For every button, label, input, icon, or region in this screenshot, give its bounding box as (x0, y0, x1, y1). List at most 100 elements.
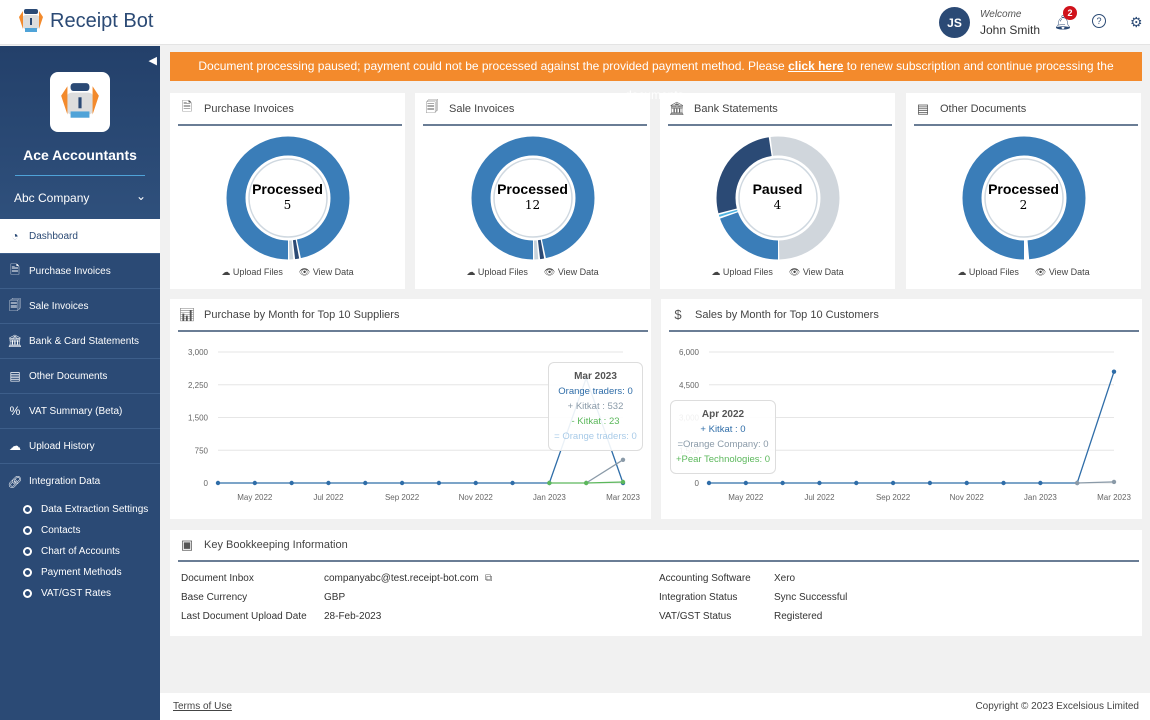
y-tick-label: 0 (204, 479, 209, 488)
percent-icon: % (9, 404, 21, 418)
sidebar-item-sale-invoices[interactable]: 🗐 Sale Invoices (0, 289, 160, 324)
document-icon: ▤ (916, 100, 930, 116)
data-point[interactable] (706, 480, 712, 486)
document-count: 5 (283, 198, 292, 212)
logo[interactable]: Receipt Bot (18, 7, 153, 35)
data-point[interactable] (326, 480, 331, 486)
data-point[interactable] (780, 480, 785, 486)
welcome-text: Welcome (980, 9, 1022, 20)
circle-icon (23, 547, 32, 556)
field-value: 28-Feb-2023 (324, 611, 382, 622)
view-data-link[interactable]: 👁︎ View Data (789, 267, 844, 278)
data-point[interactable] (583, 480, 589, 486)
data-point[interactable] (854, 480, 859, 486)
data-point[interactable] (1038, 480, 1043, 486)
chart-tooltip: Apr 2022 + Kitkat : 0 =Orange Company: 0 +P… (670, 400, 776, 474)
x-tick-label: Sep 2022 (876, 493, 911, 502)
user-name: John Smith (980, 23, 1041, 37)
link-label: View Data (1048, 267, 1090, 277)
sidebar-item-bank-statements[interactable]: 🏛 Bank & Card Statements (0, 324, 160, 359)
view-data-link[interactable]: 👁︎ View Data (299, 267, 354, 278)
tooltip-title: Apr 2022 (701, 409, 745, 420)
data-point[interactable] (363, 480, 368, 486)
renew-link[interactable]: click here (788, 59, 843, 73)
sidebar-item-other-documents[interactable]: ▤ Other Documents (0, 359, 160, 394)
sidebar-item-vat-summary[interactable]: % VAT Summary (Beta) (0, 394, 160, 429)
data-point[interactable] (252, 480, 258, 486)
data-point[interactable] (620, 479, 626, 485)
field-label: Base Currency (181, 592, 248, 603)
data-point[interactable] (817, 480, 822, 486)
data-point[interactable] (399, 480, 405, 486)
help-icon[interactable]: ? (1092, 14, 1106, 28)
tooltip-line: + Kitkat : 532 (567, 401, 624, 412)
data-point[interactable] (436, 480, 442, 486)
collapse-sidebar-icon[interactable]: ◀ (149, 54, 157, 67)
field-value: Xero (774, 573, 796, 584)
summary-card: ▤ Other Documents Processed 2 ☁︎ Upload F… (906, 93, 1141, 289)
x-tick-label: May 2022 (237, 493, 273, 502)
robot-logo-icon (19, 9, 43, 32)
terms-link[interactable]: Terms of Use (173, 701, 232, 712)
bookkeeping-title: Key Bookkeeping Information (204, 539, 348, 551)
link-label: Upload Files (232, 267, 283, 277)
view-data-link[interactable]: 👁︎ View Data (1035, 267, 1090, 278)
view-data-link[interactable]: 👁︎ View Data (544, 267, 599, 278)
data-point[interactable] (547, 480, 552, 486)
purchase-invoice-icon: 🗎 (10, 262, 20, 277)
sidebar-subitem-chart-of-accounts[interactable]: Chart of Accounts (0, 541, 160, 562)
sidebar-subitem-data-extraction[interactable]: Data Extraction Settings (0, 499, 160, 520)
upload-files-link[interactable]: ☁︎ Upload Files (221, 267, 283, 278)
upload-files-link[interactable]: ☁︎ Upload Files (957, 267, 1019, 278)
data-point[interactable] (1111, 479, 1117, 485)
data-point[interactable] (1074, 480, 1080, 486)
link-label: View Data (802, 267, 844, 277)
sidebar-subitem-vat-rates[interactable]: VAT/GST Rates (0, 583, 160, 604)
x-tick-label: Jan 2023 (1024, 493, 1057, 502)
card-title: Sale Invoices (449, 102, 515, 115)
data-point[interactable] (289, 480, 294, 486)
sidebar-item-label: Other Documents (29, 370, 108, 382)
y-tick-label: 6,000 (679, 348, 700, 357)
brand-name: Receipt Bot (50, 9, 154, 32)
user-menu[interactable]: JS Welcome John Smith (939, 7, 1040, 38)
gear-icon[interactable]: ⚙ (1130, 14, 1143, 31)
document-inbox-value: companyabc@test.receipt-bot.com (324, 573, 479, 584)
data-point[interactable] (1001, 480, 1006, 486)
data-point[interactable] (473, 480, 478, 486)
x-tick-label: Nov 2022 (950, 493, 985, 502)
data-point[interactable] (743, 480, 749, 486)
subitem-label: Chart of Accounts (41, 546, 120, 557)
data-point[interactable] (927, 480, 933, 486)
sidebar-item-purchase-invoices[interactable]: 🗎 Purchase Invoices (0, 254, 160, 289)
document-count: 4 (773, 198, 782, 212)
sidebar-item-dashboard[interactable]: ◔ Dashboard (0, 219, 160, 254)
field-value: Sync Successful (774, 592, 848, 603)
footer: Terms of Use Copyright © 2023 Excelsious… (160, 693, 1150, 720)
x-tick-label: May 2022 (728, 493, 764, 502)
company-selector[interactable]: Abc Company (14, 191, 89, 205)
circle-icon (23, 589, 32, 598)
data-point[interactable] (890, 480, 896, 486)
upload-files-link[interactable]: ☁︎ Upload Files (711, 267, 773, 278)
data-point[interactable] (1111, 369, 1117, 374)
data-point[interactable] (620, 457, 626, 462)
document-icon: ▤ (9, 369, 21, 383)
sidebar-item-upload-history[interactable]: ☁ Upload History (0, 429, 160, 464)
data-point[interactable] (964, 480, 969, 486)
sidebar-item-integration-data[interactable]: 🔗︎ Integration Data (0, 464, 160, 499)
x-tick-label: Jul 2022 (804, 493, 835, 502)
sidebar-subitem-contacts[interactable]: Contacts (0, 520, 160, 541)
sidebar-subitem-payment-methods[interactable]: Payment Methods (0, 562, 160, 583)
data-point[interactable] (510, 480, 515, 486)
data-point[interactable] (215, 480, 221, 486)
tooltip-line: =Orange Company: 0 (677, 439, 769, 450)
x-tick-label: Sep 2022 (385, 493, 420, 502)
purchase-chart-card: 📊︎ Purchase by Month for Top 10 Suppliers… (170, 299, 651, 519)
copy-icon[interactable]: ⧉ (485, 573, 492, 584)
cloud-upload-icon: ☁ (9, 439, 21, 453)
upload-files-link[interactable]: ☁︎ Upload Files (466, 267, 528, 278)
chevron-down-icon[interactable]: ⌄ (136, 189, 146, 203)
sidebar-item-label: Dashboard (29, 230, 78, 242)
y-tick-label: 4,500 (679, 381, 700, 390)
